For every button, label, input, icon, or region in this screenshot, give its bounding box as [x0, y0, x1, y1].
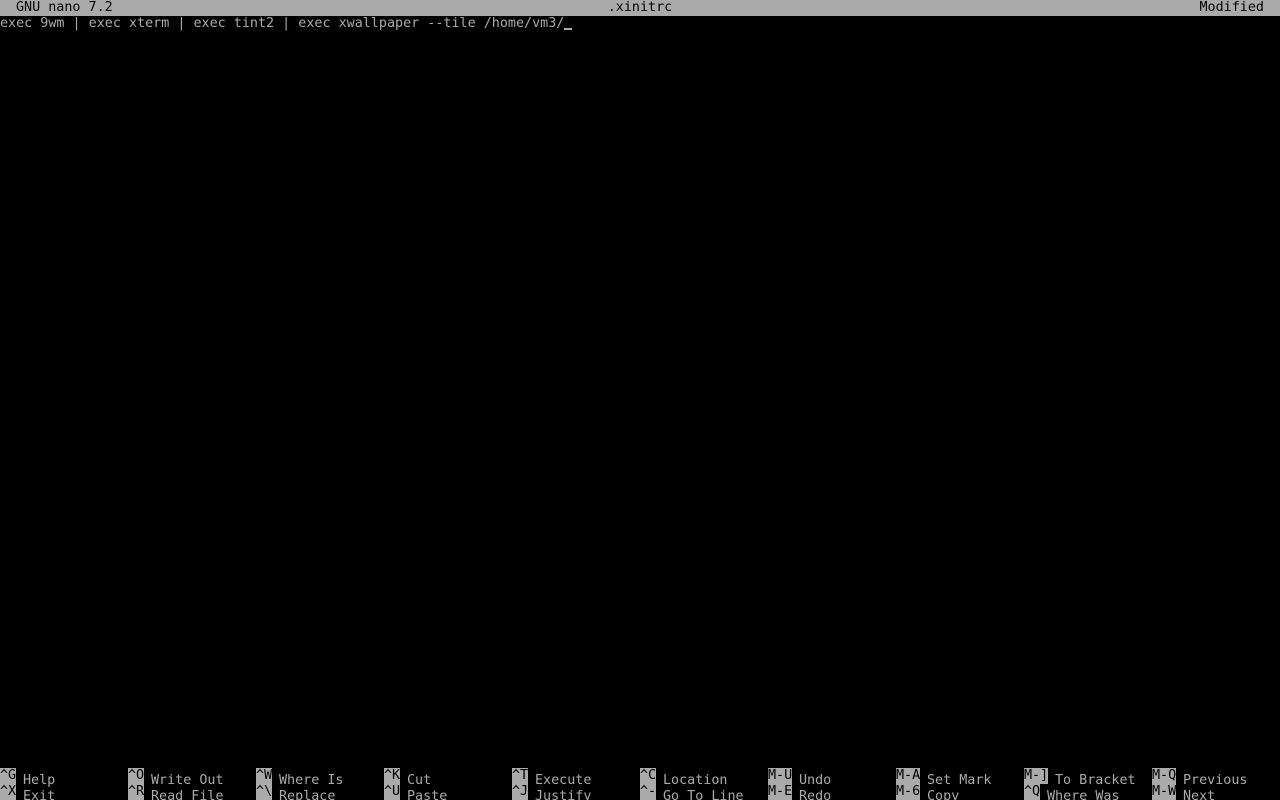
shortcut-key: ^J: [512, 784, 528, 800]
shortcut-label: Exit: [23, 789, 56, 800]
shortcut-write-out[interactable]: ^O Write Out: [128, 768, 254, 788]
shortcut-key: M-Q: [1152, 768, 1176, 784]
shortcut-key: ^X: [0, 784, 16, 800]
file-name: .xinitrc: [607, 0, 673, 15]
shortcut-key: ^Q: [1024, 784, 1040, 800]
shortcut-paste[interactable]: ^U Paste: [384, 784, 510, 800]
shortcut-label: Paste: [407, 789, 448, 800]
shortcut-key: ^T: [512, 768, 528, 784]
shortcut-key: ^O: [128, 768, 144, 784]
shortcut-undo[interactable]: M-U Undo: [768, 768, 894, 788]
shortcut-key: M-A: [896, 768, 920, 784]
shortcut-exit[interactable]: ^X Exit: [0, 784, 126, 800]
shortcut-key: ^W: [256, 768, 272, 784]
title-bar: .xinitrc GNU nano 7.2 Modified: [0, 0, 1280, 16]
shortcut-key: M-6: [896, 784, 920, 800]
shortcut-to-bracket[interactable]: M-] To Bracket: [1024, 768, 1150, 788]
shortcut-key: ^U: [384, 784, 400, 800]
shortcut-label: Replace: [279, 789, 336, 800]
shortcut-key: ^R: [128, 784, 144, 800]
shortcut-label: Go To Line: [663, 789, 744, 800]
shortcut-key: M-U: [768, 768, 792, 784]
shortcut-redo[interactable]: M-E Redo: [768, 784, 894, 800]
shortcut-key: M-E: [768, 784, 792, 800]
shortcut-set-mark[interactable]: M-A Set Mark: [896, 768, 1022, 788]
shortcut-help[interactable]: ^G Help: [0, 768, 126, 788]
text-cursor: [564, 16, 573, 32]
shortcut-key: ^G: [0, 768, 16, 784]
shortcut-label: Next: [1183, 789, 1216, 800]
shortcut-label: Where Was: [1047, 789, 1120, 800]
shortcut-location[interactable]: ^C Location: [640, 768, 766, 788]
shortcut-execute[interactable]: ^T Execute: [512, 768, 638, 788]
app-version: GNU nano 7.2: [16, 0, 113, 15]
editor-line-1[interactable]: exec 9wm | exec xterm | exec tint2 | exe…: [0, 16, 573, 32]
shortcut-label: Redo: [799, 789, 832, 800]
shortcut-key: ^-: [640, 784, 656, 800]
shortcut-go-to-line[interactable]: ^- Go To Line: [640, 784, 766, 800]
shortcut-key: M-W: [1152, 784, 1176, 800]
shortcut-where-is[interactable]: ^W Where Is: [256, 768, 382, 788]
shortcut-copy[interactable]: M-6 Copy: [896, 784, 1022, 800]
shortcut-cut[interactable]: ^K Cut: [384, 768, 510, 788]
modified-status: Modified: [1199, 0, 1265, 15]
shortcut-previous[interactable]: M-Q Previous: [1152, 768, 1278, 788]
shortcut-key: ^C: [640, 768, 656, 784]
editor-area[interactable]: exec 9wm | exec xterm | exec tint2 | exe…: [0, 16, 1280, 768]
shortcut-replace[interactable]: ^\ Replace: [256, 784, 382, 800]
shortcut-key: ^K: [384, 768, 400, 784]
shortcut-key: ^\: [256, 784, 272, 800]
shortcut-label: Copy: [927, 789, 960, 800]
shortcut-justify[interactable]: ^J Justify: [512, 784, 638, 800]
shortcut-next[interactable]: M-W Next: [1152, 784, 1278, 800]
shortcut-read-file[interactable]: ^R Read File: [128, 784, 254, 800]
shortcut-key: M-]: [1024, 768, 1048, 784]
editor-line-text: exec 9wm | exec xterm | exec tint2 | exe…: [0, 16, 565, 31]
shortcut-label: Justify: [535, 789, 592, 800]
shortcut-bar: ^G Help ^O Write Out ^W Where Is ^K Cut ^T Ex…: [0, 768, 1280, 800]
shortcut-where-was[interactable]: ^Q Where Was: [1024, 784, 1150, 800]
shortcut-label: Read File: [151, 789, 224, 800]
